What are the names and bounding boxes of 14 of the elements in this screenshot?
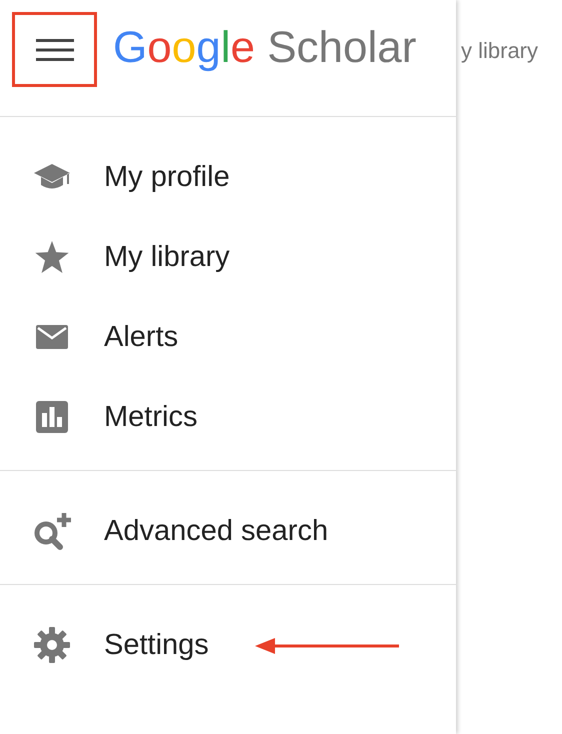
menu-item[interactable]: Settings <box>104 628 209 662</box>
logo[interactable]: Google Scholar <box>113 26 416 70</box>
menu-icon <box>36 38 74 60</box>
menu-item[interactable]: My library <box>104 240 230 274</box>
settings-icon <box>34 627 70 663</box>
envelope-icon <box>36 325 68 349</box>
menu-item[interactable]: Advanced search <box>104 514 328 548</box>
star-icon <box>35 241 69 273</box>
bar-chart-icon <box>36 401 68 433</box>
search-plus-icon <box>32 511 72 551</box>
menu-link[interactable]: y library <box>461 38 538 64</box>
menu-item[interactable]: Alerts <box>104 320 178 354</box>
menu-item[interactable]: My profile <box>104 160 230 194</box>
menu-item[interactable]: Metrics <box>104 400 198 434</box>
